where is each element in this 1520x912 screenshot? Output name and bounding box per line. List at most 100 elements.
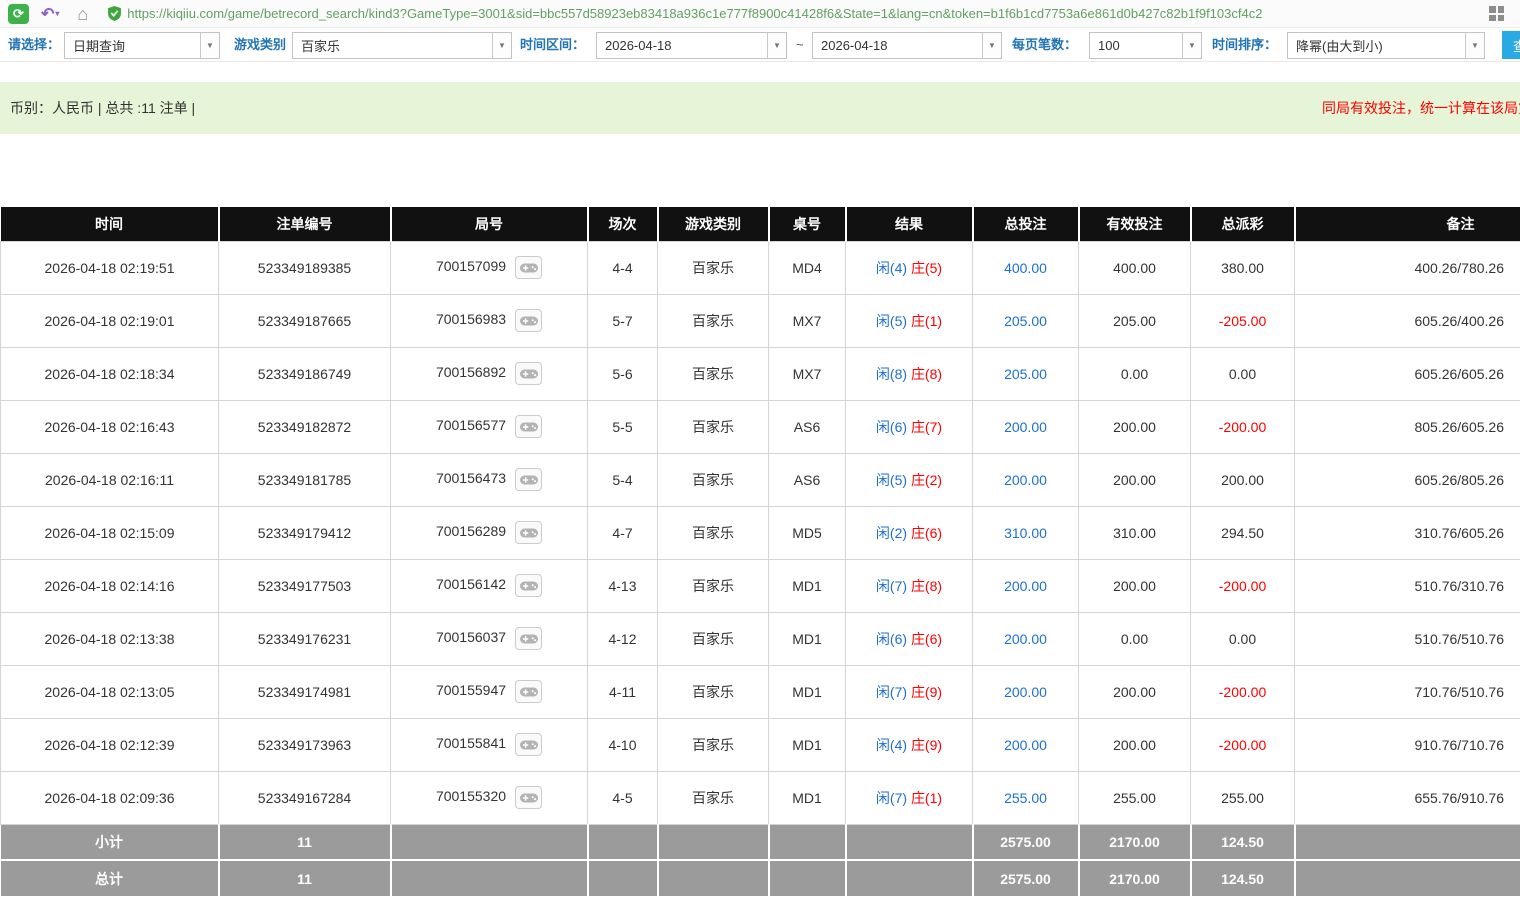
- cell-total-bet: 200.00: [973, 400, 1079, 453]
- chevron-down-icon: ▼: [1465, 33, 1484, 58]
- table-row: 2026-04-18 02:13:38523349176231700156037…: [1, 612, 1520, 665]
- cell-table-no: MD1: [769, 559, 846, 612]
- game-type-select[interactable]: 百家乐 ▼: [292, 32, 512, 59]
- table-row: 2026-04-18 02:14:16523349177503700156142…: [1, 559, 1520, 612]
- game-controller-icon[interactable]: [515, 627, 542, 650]
- result-player: 闲(2): [876, 525, 907, 541]
- header-payout: 总派彩: [1191, 207, 1295, 241]
- time-sort-label: 时间排序：: [1212, 28, 1277, 62]
- cell-empty: [588, 824, 658, 860]
- result-player: 闲(7): [876, 578, 907, 594]
- cell-note: 910.76/710.76: [1295, 718, 1520, 771]
- round-number: 700157099: [436, 258, 506, 274]
- cell-game-type: 百家乐: [658, 294, 769, 347]
- cell-session: 4-7: [588, 506, 658, 559]
- cell-valid-bet: 200.00: [1079, 453, 1191, 506]
- result-banker: 庄(7): [911, 419, 942, 435]
- header-game-type: 游戏类别: [658, 207, 769, 241]
- cell-note: 605.26/400.26: [1295, 294, 1520, 347]
- cell-total-bet: 400.00: [973, 241, 1079, 294]
- game-controller-icon[interactable]: [515, 786, 542, 809]
- cell-valid-bet: 400.00: [1079, 241, 1191, 294]
- game-controller-icon[interactable]: [515, 256, 542, 279]
- query-type-value: 日期查询: [65, 36, 200, 55]
- table-row: 2026-04-18 02:19:51523349189385 700157099…: [1, 241, 1520, 294]
- result-player: 闲(7): [876, 684, 907, 700]
- cell-session: 5-4: [588, 453, 658, 506]
- cell-result: 闲(7) 庄(8): [846, 559, 973, 612]
- subtotal-payout: 124.50: [1191, 824, 1295, 860]
- cell-total-bet: 200.00: [973, 718, 1079, 771]
- cell-total-bet: 200.00: [973, 665, 1079, 718]
- cell-bet-no: 523349173963: [219, 718, 391, 771]
- header-note: 备注: [1295, 207, 1520, 241]
- game-type-label: 游戏类别: [234, 28, 286, 62]
- cell-payout: 255.00: [1191, 771, 1295, 824]
- chevron-down-icon: ▼: [492, 33, 511, 58]
- round-number: 700156037: [436, 629, 506, 645]
- range-separator: ~: [796, 28, 804, 62]
- header-round: 局号: [391, 207, 588, 241]
- cell-empty: [658, 860, 769, 896]
- cell-empty: [588, 860, 658, 896]
- game-controller-icon[interactable]: [515, 733, 542, 756]
- cell-bet-no: 523349189385: [219, 241, 391, 294]
- table-row: 2026-04-18 02:19:01523349187665700156983…: [1, 294, 1520, 347]
- chevron-down-icon: ▼: [767, 33, 786, 58]
- refresh-icon[interactable]: ⟳: [8, 4, 29, 24]
- cell-result: 闲(6) 庄(6): [846, 612, 973, 665]
- security-shield-icon[interactable]: [108, 6, 121, 21]
- cell-empty: [1295, 860, 1520, 896]
- cell-round: 700156473: [391, 453, 588, 506]
- result-banker: 庄(8): [911, 578, 942, 594]
- time-range-label: 时间区间：: [520, 28, 585, 62]
- game-controller-icon[interactable]: [515, 521, 542, 544]
- round-number: 700155947: [436, 682, 506, 698]
- result-banker: 庄(6): [911, 631, 942, 647]
- cell-valid-bet: 200.00: [1079, 665, 1191, 718]
- currency-total-text: 币别：人民币 | 总共 :11 注单 |: [10, 98, 195, 118]
- valid-bet-notice: 同局有效投注，统一计算在该局第: [1322, 82, 1520, 134]
- undo-icon[interactable]: ↶▾: [41, 4, 59, 24]
- cell-result: 闲(8) 庄(8): [846, 347, 973, 400]
- game-controller-icon[interactable]: [515, 309, 542, 332]
- cell-payout: -200.00: [1191, 665, 1295, 718]
- result-banker: 庄(2): [911, 472, 942, 488]
- game-controller-icon[interactable]: [515, 468, 542, 491]
- header-table-no: 桌号: [769, 207, 846, 241]
- cell-valid-bet: 0.00: [1079, 612, 1191, 665]
- cell-round: 700156983: [391, 294, 588, 347]
- address-bar[interactable]: https://kiqiiu.com/game/betrecord_search…: [108, 2, 1475, 26]
- game-controller-icon[interactable]: [515, 680, 542, 703]
- cell-payout: -200.00: [1191, 718, 1295, 771]
- query-type-select[interactable]: 日期查询 ▼: [64, 32, 220, 59]
- cell-table-no: MD4: [769, 241, 846, 294]
- result-banker: 庄(1): [911, 790, 942, 806]
- cell-table-no: MD1: [769, 771, 846, 824]
- cell-bet-no: 523349186749: [219, 347, 391, 400]
- time-sort-select[interactable]: 降幂(由大到小) ▼: [1287, 32, 1485, 59]
- cell-session: 4-5: [588, 771, 658, 824]
- date-from-select[interactable]: 2026-04-18 ▼: [596, 32, 787, 59]
- game-controller-icon[interactable]: [515, 415, 542, 438]
- extension-icon[interactable]: [1489, 6, 1504, 21]
- cell-game-type: 百家乐: [658, 241, 769, 294]
- round-number: 700156577: [436, 417, 506, 433]
- cell-table-no: MD1: [769, 612, 846, 665]
- cell-table-no: MX7: [769, 347, 846, 400]
- header-time: 时间: [1, 207, 219, 241]
- date-to-select[interactable]: 2026-04-18 ▼: [812, 32, 1002, 59]
- cell-time: 2026-04-18 02:19:51: [1, 241, 219, 294]
- search-button[interactable]: 查询: [1502, 31, 1520, 59]
- game-controller-icon[interactable]: [515, 362, 542, 385]
- cell-session: 4-13: [588, 559, 658, 612]
- game-controller-icon[interactable]: [515, 574, 542, 597]
- game-type-value: 百家乐: [293, 36, 492, 55]
- cell-time: 2026-04-18 02:18:34: [1, 347, 219, 400]
- page-size-select[interactable]: 100 ▼: [1089, 32, 1202, 59]
- subtotal-total-bet: 2575.00: [973, 824, 1079, 860]
- table-row: 2026-04-18 02:13:05523349174981700155947…: [1, 665, 1520, 718]
- cell-empty: [391, 860, 588, 896]
- home-icon[interactable]: ⌂: [77, 4, 88, 24]
- table-row: 2026-04-18 02:15:09523349179412700156289…: [1, 506, 1520, 559]
